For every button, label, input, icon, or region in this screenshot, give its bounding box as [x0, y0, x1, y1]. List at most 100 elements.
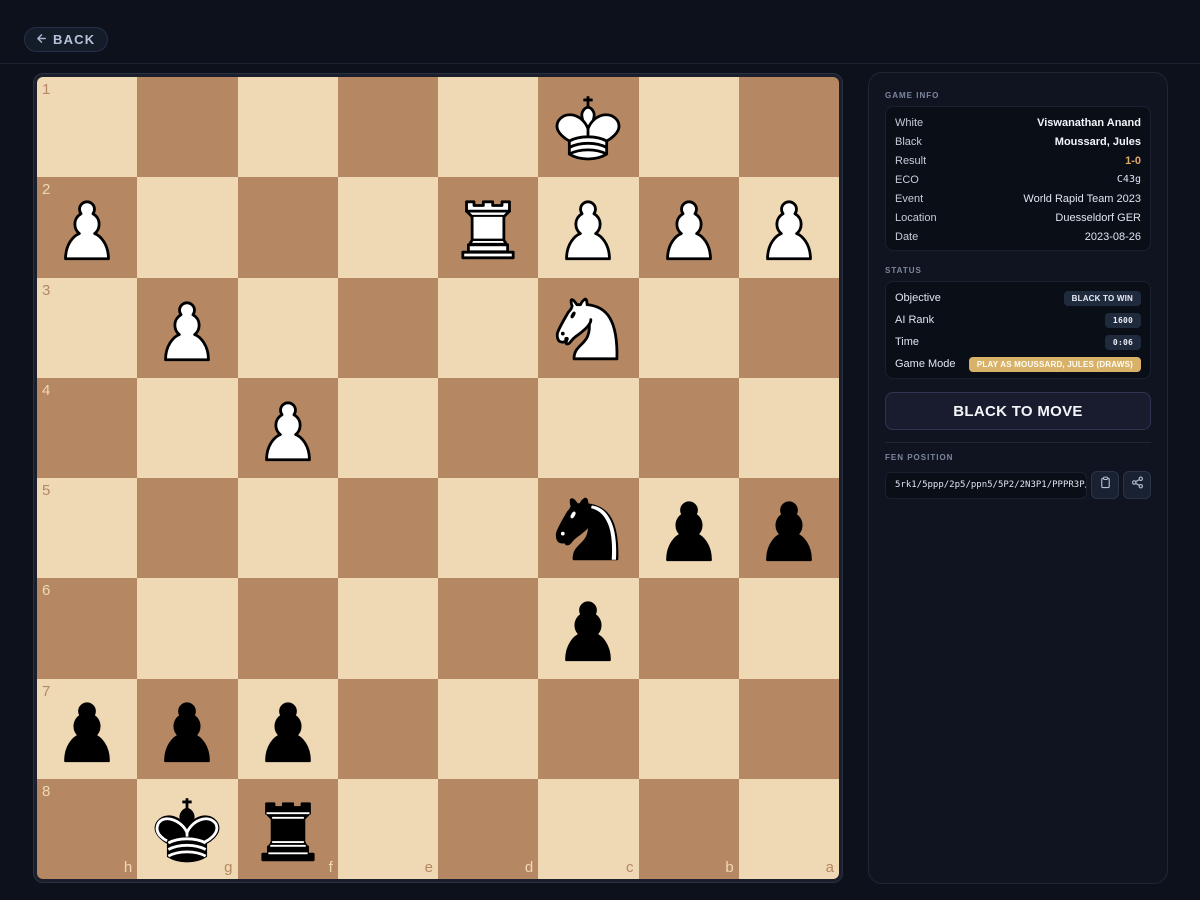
board-square-e1[interactable] [337, 77, 438, 178]
black-pawn-icon[interactable] [546, 586, 630, 670]
game-date: 2023-08-26 [1084, 230, 1141, 243]
board-square-h6[interactable]: 6 [37, 578, 138, 679]
white-king-icon[interactable] [546, 85, 630, 169]
board-square-g7[interactable] [137, 678, 238, 779]
board-square-e7[interactable] [337, 678, 438, 779]
share-icon [1131, 476, 1144, 494]
status-row-game-mode: Game Mode PLAY AS MOUSSARD, JULES (DRAWS… [895, 353, 1141, 375]
board-square-f1[interactable] [237, 77, 338, 178]
game-mode-badge: PLAY AS MOUSSARD, JULES (DRAWS) [968, 356, 1141, 372]
board-square-g4[interactable] [137, 377, 238, 478]
board-square-e4[interactable] [337, 377, 438, 478]
board-square-c8[interactable]: c [538, 778, 639, 879]
board-square-g3[interactable] [137, 277, 238, 378]
board-square-d3[interactable] [438, 277, 539, 378]
board-square-a2[interactable] [738, 177, 839, 278]
board-square-d1[interactable] [438, 77, 539, 178]
board-square-a3[interactable] [738, 277, 839, 378]
board-square-e8[interactable]: e [337, 778, 438, 879]
board-square-g5[interactable] [137, 478, 238, 579]
white-pawn-icon[interactable] [647, 185, 731, 269]
board-square-b4[interactable] [638, 377, 739, 478]
turn-indicator-button[interactable]: BLACK TO MOVE [885, 392, 1151, 430]
board-square-b6[interactable] [638, 578, 739, 679]
board-square-b5[interactable] [638, 478, 739, 579]
board-square-d2[interactable] [438, 177, 539, 278]
board-square-h3[interactable]: 3 [37, 277, 138, 378]
board-square-f2[interactable] [237, 177, 338, 278]
board-square-d4[interactable] [438, 377, 539, 478]
board-square-a8[interactable]: a [738, 778, 839, 879]
white-pawn-icon[interactable] [546, 185, 630, 269]
board-square-h8[interactable]: 8h [37, 778, 138, 879]
status-key: Game Mode [895, 358, 956, 370]
board-square-c2[interactable] [538, 177, 639, 278]
white-pawn-icon[interactable] [246, 386, 330, 470]
board-square-b7[interactable] [638, 678, 739, 779]
board-square-e2[interactable] [337, 177, 438, 278]
board-square-h4[interactable]: 4 [37, 377, 138, 478]
board-square-f7[interactable] [237, 678, 338, 779]
white-pawn-icon[interactable] [45, 185, 129, 269]
board-square-h2[interactable]: 2 [37, 177, 138, 278]
board-square-f3[interactable] [237, 277, 338, 378]
board-square-d6[interactable] [438, 578, 539, 679]
black-king-icon[interactable] [145, 787, 229, 871]
white-knight-icon[interactable] [546, 286, 630, 370]
info-key: Black [895, 135, 922, 148]
black-pawn-icon[interactable] [246, 687, 330, 771]
share-fen-button[interactable] [1123, 471, 1151, 499]
fen-field[interactable]: 5rk1/5ppp/2p5/ppn5/5P2/2N3P1/PPPR3P/2K5 … [885, 472, 1087, 499]
board-square-a4[interactable] [738, 377, 839, 478]
board-square-c7[interactable] [538, 678, 639, 779]
board-square-d8[interactable]: d [438, 778, 539, 879]
info-key: Event [895, 192, 924, 205]
board-square-g6[interactable] [137, 578, 238, 679]
board-square-c6[interactable] [538, 578, 639, 679]
board-square-c1[interactable] [538, 77, 639, 178]
board-square-b3[interactable] [638, 277, 739, 378]
board-square-g2[interactable] [137, 177, 238, 278]
board-square-h1[interactable]: 1 [37, 77, 138, 178]
white-rook-icon[interactable] [446, 185, 530, 269]
board-square-b8[interactable]: b [638, 778, 739, 879]
board-square-h5[interactable]: 5 [37, 478, 138, 579]
board-square-d7[interactable] [438, 678, 539, 779]
board-square-f5[interactable] [237, 478, 338, 579]
white-pawn-icon[interactable] [145, 286, 229, 370]
status-key: AI Rank [895, 314, 935, 326]
board-square-a6[interactable] [738, 578, 839, 679]
chess-board[interactable]: 1 2 3 45 6 78hg f e d c b a [37, 77, 839, 879]
back-button[interactable]: BACK [24, 27, 109, 52]
black-pawn-icon[interactable] [45, 687, 129, 771]
board-square-d5[interactable] [438, 478, 539, 579]
black-rook-icon[interactable] [246, 787, 330, 871]
board-square-b1[interactable] [638, 77, 739, 178]
info-key: ECO [895, 173, 919, 186]
board-square-e3[interactable] [337, 277, 438, 378]
board-square-c5[interactable] [538, 478, 639, 579]
board-square-h7[interactable]: 7 [37, 678, 138, 779]
black-pawn-icon[interactable] [145, 687, 229, 771]
board-square-a5[interactable] [738, 478, 839, 579]
board-square-e5[interactable] [337, 478, 438, 579]
board-square-g8[interactable]: g [137, 778, 238, 879]
board-square-a7[interactable] [738, 678, 839, 779]
black-pawn-icon[interactable] [747, 486, 831, 570]
black-pawn-icon[interactable] [647, 486, 731, 570]
copy-fen-button[interactable] [1091, 471, 1119, 499]
board-square-f6[interactable] [237, 578, 338, 679]
black-knight-icon[interactable] [546, 486, 630, 570]
board-square-g1[interactable] [137, 77, 238, 178]
board-square-c4[interactable] [538, 377, 639, 478]
board-square-e6[interactable] [337, 578, 438, 679]
board-square-f4[interactable] [237, 377, 338, 478]
board-square-f8[interactable]: f [237, 778, 338, 879]
board-square-a1[interactable] [738, 77, 839, 178]
clipboard-icon [1099, 476, 1112, 494]
white-pawn-icon[interactable] [747, 185, 831, 269]
status-row-ai-rank: AI Rank 1600 [895, 309, 1141, 331]
board-square-b2[interactable] [638, 177, 739, 278]
board-square-c3[interactable] [538, 277, 639, 378]
rank-label: 6 [42, 582, 51, 600]
